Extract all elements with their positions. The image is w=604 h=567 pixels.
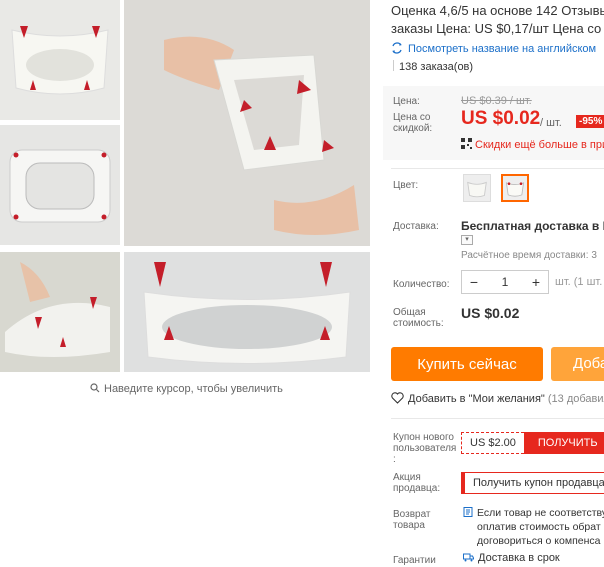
translate-link-text: Посмотреть название на английском <box>408 43 597 55</box>
shipping-title: Бесплатная доставка в Russ <box>461 219 604 233</box>
orders-count-text: 138 заказа(ов) <box>399 61 474 73</box>
total-price: US $0.02 <box>461 305 520 321</box>
quantity-minus-button[interactable]: − <box>462 274 486 290</box>
discount-badge: -95% <box>576 115 604 128</box>
guarantee-info: Доставка в срок <box>463 552 560 564</box>
zoom-hint-text: Наведите курсор, чтобы увеличить <box>104 383 283 395</box>
delivery-truck-icon <box>463 552 474 562</box>
document-icon <box>463 507 473 517</box>
translate-icon <box>391 42 403 54</box>
discount-price-label: Цена со скидкой: <box>393 112 433 134</box>
quantity-label: Количество: <box>393 279 450 290</box>
add-to-cart-button[interactable]: Доба <box>551 347 604 381</box>
magnifier-icon <box>90 383 100 393</box>
qr-code-icon <box>461 138 472 149</box>
shipping-eta: Расчётное время доставки: 3 <box>461 250 597 261</box>
shipping-dropdown-icon[interactable]: ▾ <box>461 235 473 245</box>
seller-promo-label: Акция продавца: <box>393 472 441 494</box>
quantity-note: шт. (1 шт. е <box>555 276 604 288</box>
coupon-amount: US $2.00 <box>461 432 524 454</box>
get-coupon-button[interactable]: ПОЛУЧИТЬ <box>523 432 604 454</box>
orders-separator <box>393 60 394 71</box>
divider <box>391 418 604 419</box>
product-gallery: Наведите курсор, чтобы увеличить <box>0 0 376 400</box>
shipping-label: Доставка: <box>393 221 439 232</box>
return-line-3: договориться о компенса <box>477 535 601 547</box>
new-user-coupon-label: Купон нового пользователя : <box>393 432 457 465</box>
total-label: Общая стоимость: <box>393 307 444 329</box>
return-label: Возврат товара <box>393 509 431 531</box>
divider <box>391 168 604 169</box>
add-to-wishlist-link[interactable]: Добавить в "Мои желания" (13 добавил <box>391 392 604 405</box>
product-info-panel: Оценка 4,6/5 на основе 142 Отзывы заказы… <box>383 0 604 567</box>
orders-count: 138 заказа(ов) <box>393 60 473 73</box>
discount-price: US $0.02 <box>461 108 541 129</box>
quantity-stepper: − 1 + <box>461 270 549 294</box>
quantity-input[interactable]: 1 <box>486 275 524 289</box>
return-policy: Если товар не соответству оплатив стоимо… <box>463 506 604 548</box>
guarantee-text: Доставка в срок <box>478 552 560 564</box>
app-discount-link[interactable]: Скидки ещё больше в при <box>461 138 604 151</box>
thumbnail-2[interactable] <box>0 125 120 245</box>
color-swatch-2[interactable] <box>501 174 529 202</box>
translate-title-link[interactable]: Посмотреть название на английском <box>391 42 596 55</box>
wishlist-count: (13 добавил <box>547 393 604 405</box>
main-product-image[interactable] <box>124 0 370 246</box>
color-swatch-1[interactable] <box>463 174 491 202</box>
color-label: Цвет: <box>393 180 419 191</box>
new-user-coupon: US $2.00 ПОЛУЧИТЬ <box>461 432 604 454</box>
thumbnail-3[interactable] <box>0 252 120 372</box>
return-line-1: Если товар не соответству <box>477 507 604 519</box>
thumbnail-4[interactable] <box>124 252 370 372</box>
buy-now-button[interactable]: Купить сейчас <box>391 347 543 381</box>
return-line-2: оплатив стоимость обрат <box>477 521 601 533</box>
wishlist-text: Добавить в "Мои желания" <box>408 393 545 405</box>
get-seller-coupon-button[interactable]: Получить купон продавца <box>461 472 604 494</box>
old-price: US $0.39 / шт. <box>461 95 532 107</box>
per-unit-label: / шт. <box>540 117 562 129</box>
quantity-plus-button[interactable]: + <box>524 274 548 290</box>
heart-icon <box>391 392 404 404</box>
zoom-hint: Наведите курсор, чтобы увеличить <box>90 383 283 395</box>
product-title-line-2: заказы Цена: US $0,17/шт Цена со ск <box>391 21 604 36</box>
app-discount-text: Скидки ещё больше в при <box>475 139 604 151</box>
thumbnail-1[interactable] <box>0 0 120 120</box>
price-label: Цена: <box>393 96 420 107</box>
product-title-line-1: Оценка 4,6/5 на основе 142 Отзывы <box>391 3 604 18</box>
guarantee-label: Гарантии <box>393 555 436 566</box>
